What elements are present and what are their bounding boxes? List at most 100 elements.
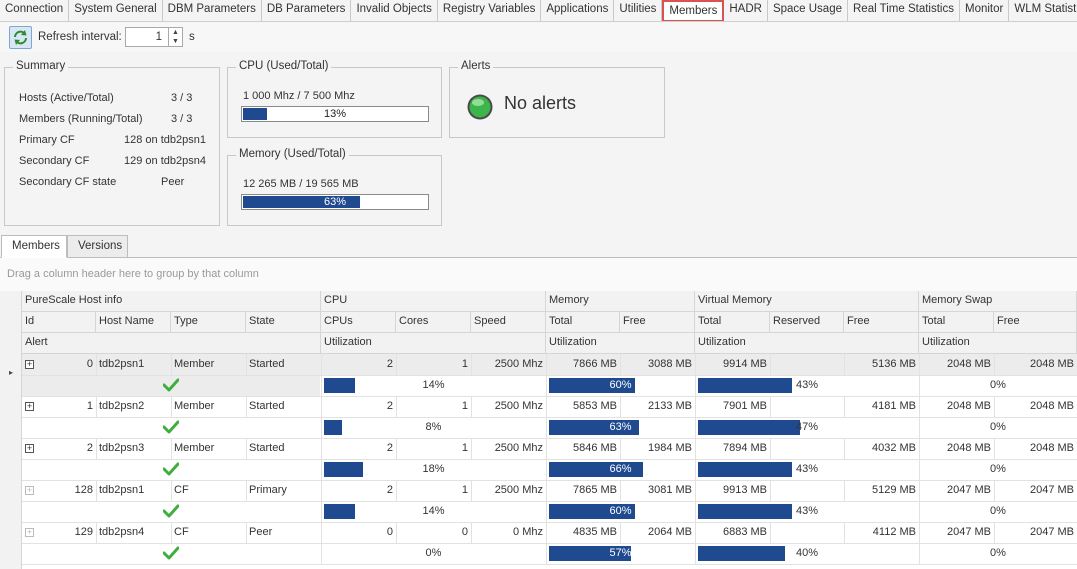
column-header[interactable]: Free bbox=[620, 312, 695, 333]
tab-monitor[interactable]: Monitor bbox=[960, 0, 1010, 21]
tab-db-parameters[interactable]: DB Parameters bbox=[262, 0, 352, 21]
cell-swap-free[interactable]: 2048 MB bbox=[994, 442, 1077, 458]
tab-hadr[interactable]: HADR bbox=[724, 0, 768, 21]
cell-vm-free[interactable]: 5136 MB bbox=[844, 358, 919, 374]
cell-vm-free[interactable]: 4112 MB bbox=[844, 526, 919, 542]
cell-vm-reserved[interactable] bbox=[770, 400, 844, 416]
cell-swap-free[interactable]: 2048 MB bbox=[994, 358, 1077, 374]
cell-mem-total[interactable]: 4835 MB bbox=[546, 526, 620, 542]
refresh-interval-stepper[interactable]: 1 ▲ ▼ bbox=[125, 27, 183, 47]
cell-vm-free[interactable]: 4181 MB bbox=[844, 400, 919, 416]
band-header[interactable]: PureScale Host info bbox=[22, 291, 321, 312]
band-header[interactable]: Memory Swap bbox=[919, 291, 1077, 312]
cell-mem-total[interactable]: 5853 MB bbox=[546, 400, 620, 416]
cell-id[interactable]: 128 bbox=[36, 484, 96, 500]
cell-type[interactable]: Member bbox=[171, 358, 246, 374]
cell-host[interactable]: tdb2psn4 bbox=[96, 526, 171, 542]
cell-vm-total[interactable]: 7901 MB bbox=[695, 400, 770, 416]
cell-swap-free[interactable]: 2047 MB bbox=[994, 526, 1077, 542]
tab-applications[interactable]: Applications bbox=[541, 0, 615, 21]
cell-speed[interactable]: 2500 Mhz bbox=[471, 484, 546, 500]
cell-swap-total[interactable]: 2047 MB bbox=[919, 526, 994, 542]
cell-mem-free[interactable]: 3081 MB bbox=[620, 484, 695, 500]
cell-vm-free[interactable]: 5129 MB bbox=[844, 484, 919, 500]
cell-cpus[interactable]: 0 bbox=[321, 526, 396, 542]
column-header[interactable]: Total bbox=[919, 312, 994, 333]
tab-space-usage[interactable]: Space Usage bbox=[768, 0, 848, 21]
cell-id[interactable]: 129 bbox=[36, 526, 96, 542]
expand-icon[interactable]: + bbox=[25, 444, 34, 453]
sub-header[interactable]: Alert bbox=[22, 333, 321, 354]
column-header[interactable]: Cores bbox=[396, 312, 471, 333]
cell-cpus[interactable]: 2 bbox=[321, 400, 396, 416]
column-header[interactable]: Free bbox=[994, 312, 1077, 333]
tab-dbm-parameters[interactable]: DBM Parameters bbox=[163, 0, 262, 21]
sub-header[interactable]: Utilization bbox=[919, 333, 1077, 354]
cell-speed[interactable]: 2500 Mhz bbox=[471, 442, 546, 458]
cell-speed[interactable]: 2500 Mhz bbox=[471, 400, 546, 416]
cell-mem-total[interactable]: 7865 MB bbox=[546, 484, 620, 500]
cell-host[interactable]: tdb2psn1 bbox=[96, 358, 171, 374]
cell-state[interactable]: Started bbox=[246, 442, 321, 458]
cell-host[interactable]: tdb2psn2 bbox=[96, 400, 171, 416]
cell-id[interactable]: 0 bbox=[36, 358, 96, 374]
cell-vm-reserved[interactable] bbox=[770, 484, 844, 500]
sub-header[interactable]: Utilization bbox=[695, 333, 919, 354]
tab-real-time-statistics[interactable]: Real Time Statistics bbox=[848, 0, 960, 21]
expand-icon[interactable]: + bbox=[25, 528, 34, 537]
cell-swap-total[interactable]: 2048 MB bbox=[919, 442, 994, 458]
cell-cpus[interactable]: 2 bbox=[321, 358, 396, 374]
cell-mem-total[interactable]: 5846 MB bbox=[546, 442, 620, 458]
cell-id[interactable]: 2 bbox=[36, 442, 96, 458]
cell-state[interactable]: Started bbox=[246, 400, 321, 416]
cell-mem-free[interactable]: 3088 MB bbox=[620, 358, 695, 374]
column-header[interactable]: Host Name bbox=[96, 312, 171, 333]
tab-utilities[interactable]: Utilities bbox=[614, 0, 663, 21]
cell-state[interactable]: Peer bbox=[246, 526, 321, 542]
cell-type[interactable]: CF bbox=[171, 484, 246, 500]
cell-speed[interactable]: 2500 Mhz bbox=[471, 358, 546, 374]
stepper-down-icon[interactable]: ▼ bbox=[169, 37, 182, 46]
cell-mem-free[interactable]: 2064 MB bbox=[620, 526, 695, 542]
sub-header[interactable]: Utilization bbox=[321, 333, 546, 354]
tab-registry-variables[interactable]: Registry Variables bbox=[438, 0, 542, 21]
cell-type[interactable]: Member bbox=[171, 442, 246, 458]
cell-type[interactable]: CF bbox=[171, 526, 246, 542]
cell-mem-total[interactable]: 7866 MB bbox=[546, 358, 620, 374]
sub-header[interactable]: Utilization bbox=[546, 333, 695, 354]
column-header[interactable]: Speed bbox=[471, 312, 546, 333]
cell-type[interactable]: Member bbox=[171, 400, 246, 416]
cell-id[interactable]: 1 bbox=[36, 400, 96, 416]
cell-swap-total[interactable]: 2048 MB bbox=[919, 358, 994, 374]
tab-members[interactable]: Members bbox=[1, 235, 67, 258]
group-by-panel[interactable]: Drag a column header here to group by th… bbox=[0, 258, 1077, 291]
cell-mem-free[interactable]: 2133 MB bbox=[620, 400, 695, 416]
cell-swap-free[interactable]: 2048 MB bbox=[994, 400, 1077, 416]
cell-swap-total[interactable]: 2048 MB bbox=[919, 400, 994, 416]
tab-members[interactable]: Members bbox=[662, 0, 725, 21]
column-header[interactable]: Reserved bbox=[770, 312, 844, 333]
tab-connection[interactable]: Connection bbox=[0, 0, 70, 21]
refresh-button[interactable] bbox=[9, 26, 32, 49]
cell-mem-free[interactable]: 1984 MB bbox=[620, 442, 695, 458]
tab-invalid-objects[interactable]: Invalid Objects bbox=[351, 0, 438, 21]
cell-host[interactable]: tdb2psn3 bbox=[96, 442, 171, 458]
band-header[interactable]: CPU bbox=[321, 291, 546, 312]
cell-cores[interactable]: 0 bbox=[396, 526, 471, 542]
cell-cores[interactable]: 1 bbox=[396, 358, 471, 374]
band-header[interactable]: Memory bbox=[546, 291, 695, 312]
cell-vm-total[interactable]: 9914 MB bbox=[695, 358, 770, 374]
cell-vm-reserved[interactable] bbox=[770, 358, 844, 374]
expand-icon[interactable]: + bbox=[25, 486, 34, 495]
expand-icon[interactable]: + bbox=[25, 360, 34, 369]
cell-swap-total[interactable]: 2047 MB bbox=[919, 484, 994, 500]
band-header[interactable]: Virtual Memory bbox=[695, 291, 919, 312]
cell-host[interactable]: tdb2psn1 bbox=[96, 484, 171, 500]
column-header[interactable]: Id bbox=[22, 312, 96, 333]
cell-state[interactable]: Primary bbox=[246, 484, 321, 500]
cell-speed[interactable]: 0 Mhz bbox=[471, 526, 546, 542]
cell-vm-total[interactable]: 7894 MB bbox=[695, 442, 770, 458]
cell-state[interactable]: Started bbox=[246, 358, 321, 374]
cell-cpus[interactable]: 2 bbox=[321, 484, 396, 500]
column-header[interactable]: Type bbox=[171, 312, 246, 333]
